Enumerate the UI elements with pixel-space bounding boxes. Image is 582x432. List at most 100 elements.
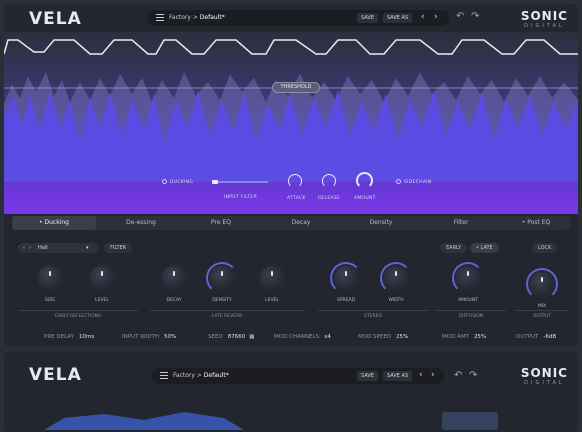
chevron-left-icon[interactable]: ‹	[421, 12, 425, 22]
save-as-button[interactable]: SAVE AS	[383, 371, 413, 381]
knob-indicator	[221, 271, 223, 276]
preset-path[interactable]: Factory > Default*	[173, 372, 229, 379]
tab-filter[interactable]: Filter	[422, 216, 500, 230]
pre-delay-label: PRE DELAY	[44, 334, 74, 340]
preset-separator: >	[192, 14, 198, 21]
preset-folder: Factory	[169, 14, 191, 21]
preset-folder: Factory	[173, 372, 195, 379]
menu-icon[interactable]	[160, 372, 168, 379]
density-knob[interactable]	[206, 262, 238, 294]
redo-icon[interactable]: ↷	[469, 370, 477, 381]
chevron-right-icon[interactable]: ›	[29, 243, 31, 253]
save-button[interactable]: SAVE	[357, 371, 378, 381]
release-knob[interactable]	[322, 174, 336, 188]
save-as-button[interactable]: SAVE AS	[383, 13, 413, 23]
save-button[interactable]: SAVE	[357, 13, 378, 23]
width-knob[interactable]	[380, 262, 412, 294]
waveform-preview	[44, 412, 498, 430]
mod-amt-label: MOD AMT	[442, 334, 469, 340]
knob-indicator	[467, 271, 469, 276]
group-late-reverb: LATE REVERB	[211, 314, 243, 319]
mod-amt-value[interactable]: 25%	[474, 334, 486, 340]
dice-icon[interactable]: ▦	[249, 334, 254, 340]
filter-button[interactable]: FILTER	[104, 243, 133, 253]
tab-post-eq[interactable]: • Post EQ	[502, 216, 570, 230]
pre-delay-value[interactable]: 10ms	[79, 334, 94, 340]
group-divider	[150, 310, 304, 311]
late-level-knob[interactable]	[260, 266, 284, 290]
spread-knob[interactable]	[330, 262, 362, 294]
brand-name: SONIC	[520, 366, 568, 380]
early-level-knob[interactable]	[90, 266, 114, 290]
input-filter-handle[interactable]	[212, 180, 218, 184]
mod-speed-label: MOD SPEED	[358, 334, 392, 340]
lock-button[interactable]: LOCK	[532, 243, 558, 253]
spread-label: SPREAD	[336, 298, 356, 303]
knob-indicator	[173, 271, 175, 276]
preset-bar[interactable]: Factory > Default* SAVE SAVE AS ‹ ›	[147, 10, 450, 26]
sidechain-toggle[interactable]	[396, 179, 401, 184]
tab-de-essing[interactable]: De-essing	[102, 216, 180, 230]
preset-path[interactable]: Factory > Default*	[169, 14, 225, 21]
tab-ducking[interactable]: • Ducking	[12, 216, 96, 230]
mod-channels-field[interactable]: MOD CHANNELS x4	[274, 334, 331, 340]
tab-bar: • Ducking De-essing Pre EQ Decay Density…	[12, 216, 570, 230]
dropdown-icon[interactable]: ▾	[86, 243, 89, 253]
output-value[interactable]: -6dB	[543, 334, 556, 340]
knob-indicator	[541, 277, 543, 282]
mix-knob[interactable]	[526, 268, 558, 300]
knob-indicator	[395, 271, 397, 276]
mod-speed-value[interactable]: 25%	[396, 334, 408, 340]
undo-icon[interactable]: ↶	[454, 370, 462, 381]
input-width-field[interactable]: INPUT WIDTH 50%	[122, 334, 176, 340]
waveform-display[interactable]: THRESHOLD DUCKING INPUT FILTER ATTACK RE…	[4, 32, 578, 214]
early-button[interactable]: EARLY	[440, 243, 468, 253]
decay-label: DECAY	[166, 298, 182, 303]
pre-delay-field[interactable]: PRE DELAY 10ms	[44, 334, 94, 340]
ducking-toggle[interactable]	[162, 179, 167, 184]
sonic-digital-logo: SONIC DIGITAL	[521, 9, 568, 29]
diffusion-amount-knob[interactable]	[452, 262, 484, 294]
knob-indicator	[49, 271, 51, 276]
size-label: SIZE	[44, 298, 56, 303]
mod-channels-value[interactable]: x4	[324, 334, 331, 340]
attack-knob[interactable]	[288, 174, 302, 188]
sonic-digital-logo: SONIC DIGITAL	[521, 366, 568, 386]
late-button[interactable]: • LATE	[470, 243, 499, 253]
preset-bar[interactable]: Factory > Default* SAVE SAVE AS ‹ ›	[151, 368, 444, 384]
menu-icon[interactable]	[156, 14, 164, 21]
early-level-label: LEVEL	[95, 298, 109, 303]
threshold-handle[interactable]: THRESHOLD	[272, 82, 320, 93]
size-knob[interactable]	[38, 266, 62, 290]
seed-field[interactable]: SEED 87660 ▦	[208, 334, 254, 340]
vela-logo: VELA	[29, 9, 82, 29]
preset-separator: >	[196, 372, 202, 379]
output-field[interactable]: OUTPUT -6dB	[516, 334, 556, 340]
undo-icon[interactable]: ↶	[456, 11, 464, 22]
redo-icon[interactable]: ↷	[471, 11, 479, 22]
waveform-shape	[44, 412, 244, 430]
mod-speed-field[interactable]: MOD SPEED 25%	[358, 334, 408, 340]
knob-indicator	[101, 271, 103, 276]
preset-name: Default*	[199, 14, 225, 21]
tab-pre-eq[interactable]: Pre EQ	[182, 216, 260, 230]
tab-label: Post EQ	[527, 219, 551, 226]
tab-decay[interactable]: Decay	[262, 216, 340, 230]
decay-knob[interactable]	[162, 266, 186, 290]
seed-value[interactable]: 87660	[228, 334, 246, 340]
ducking-label: DUCKING	[170, 180, 194, 185]
chevron-right-icon[interactable]: ›	[431, 370, 435, 380]
chevron-left-icon[interactable]: ‹	[419, 370, 423, 380]
group-early-reflections: EARLY REFLECTIONS	[54, 314, 102, 319]
chevron-right-icon[interactable]: ›	[434, 12, 438, 22]
input-width-value[interactable]: 50%	[164, 334, 176, 340]
mod-amt-field[interactable]: MOD AMT 25%	[442, 334, 486, 340]
algorithm-select[interactable]: ‹ › Hall ▾	[18, 243, 98, 253]
vela-logo: VELA	[29, 365, 82, 385]
amount-knob[interactable]	[356, 172, 373, 189]
tab-density[interactable]: Density	[342, 216, 420, 230]
input-width-label: INPUT WIDTH	[122, 334, 159, 340]
preset-name: Default*	[203, 372, 229, 379]
chevron-left-icon[interactable]: ‹	[23, 243, 25, 253]
input-filter-slider[interactable]	[212, 180, 268, 184]
